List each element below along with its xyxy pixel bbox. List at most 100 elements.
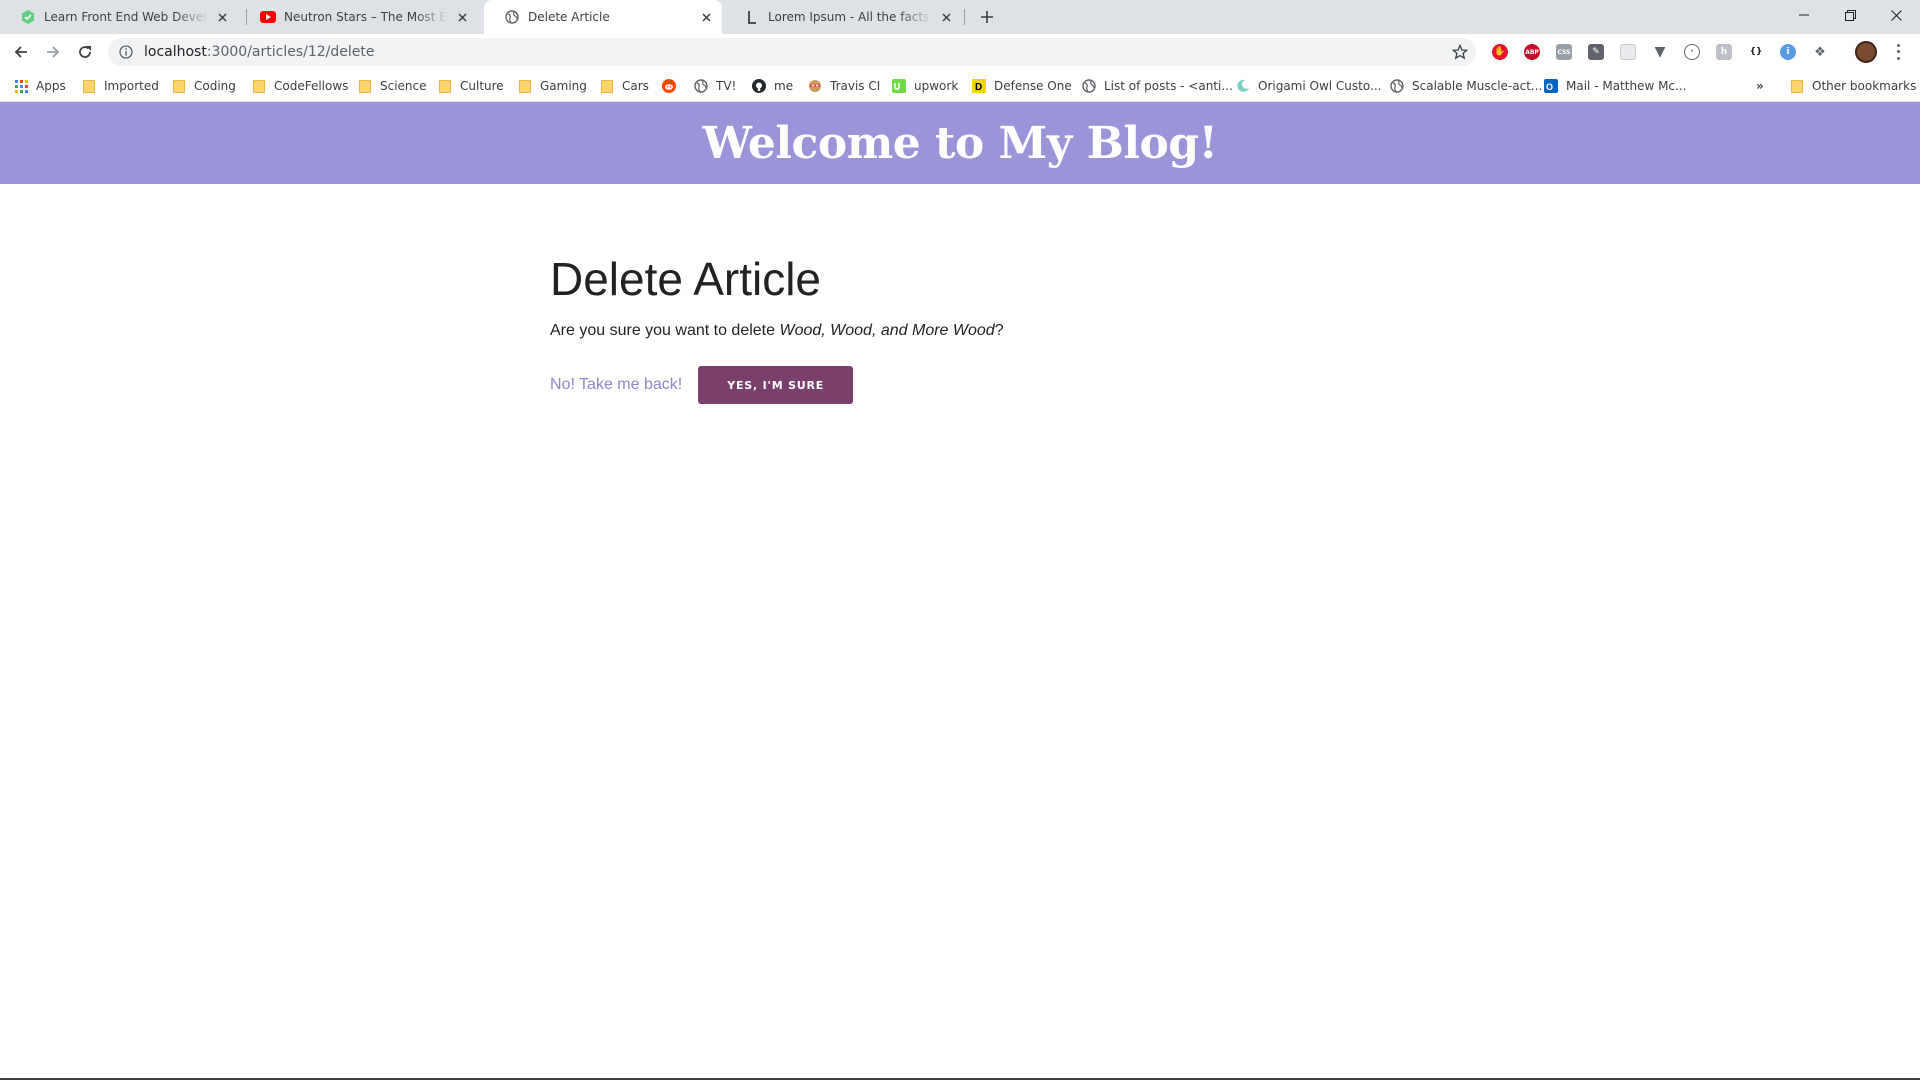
close-tab-icon[interactable] bbox=[214, 9, 230, 25]
bookmark-label: Gaming bbox=[540, 79, 587, 93]
bookmark-travis-ci[interactable]: Travis CI bbox=[808, 77, 880, 95]
dropbox-icon[interactable]: ❖ bbox=[1812, 44, 1828, 60]
restore-button[interactable] bbox=[1827, 0, 1873, 30]
site-header: Welcome to My Blog! bbox=[0, 102, 1920, 184]
circle-extension-icon[interactable]: · bbox=[1684, 44, 1700, 60]
url-path: :3000/articles/12/delete bbox=[206, 44, 375, 60]
bookmark-mail[interactable]: O Mail - Matthew Mc... bbox=[1544, 77, 1686, 95]
arrow-left-icon bbox=[14, 46, 27, 58]
prompt-suffix: ? bbox=[994, 322, 1004, 339]
bookmarks-overflow-button[interactable]: » bbox=[1756, 77, 1764, 95]
bookmark-label: Other bookmarks bbox=[1812, 79, 1917, 93]
bookmark-star-icon[interactable] bbox=[1452, 44, 1468, 60]
browser-toolbar: localhost:3000/articles/12/delete ✋ ABP … bbox=[0, 34, 1920, 70]
close-tab-icon[interactable] bbox=[698, 9, 714, 25]
bookmark-label: Coding bbox=[194, 79, 236, 93]
forward-button[interactable] bbox=[41, 40, 65, 64]
close-icon bbox=[1890, 9, 1902, 21]
bookmark-folder-culture[interactable]: Culture bbox=[438, 77, 504, 95]
folder-icon bbox=[600, 79, 614, 93]
tab-learn-front-end[interactable]: Learn Front End Web Development bbox=[0, 0, 238, 34]
bookmark-label: Cars bbox=[622, 79, 649, 93]
bookmark-label: me bbox=[774, 79, 794, 93]
tab-separator bbox=[964, 9, 965, 25]
new-tab-button[interactable] bbox=[976, 6, 998, 28]
bookmark-folder-gaming[interactable]: Gaming bbox=[518, 77, 587, 95]
bookmark-reddit[interactable] bbox=[662, 77, 684, 95]
outlook-icon: O bbox=[1544, 79, 1558, 93]
folder-icon bbox=[438, 79, 452, 93]
svg-text:D: D bbox=[975, 82, 982, 93]
bookmark-label: Travis CI bbox=[830, 79, 881, 93]
eyedropper-extension-icon[interactable]: ✎ bbox=[1588, 44, 1604, 60]
adblock-plus-extension-icon[interactable]: ABP bbox=[1524, 44, 1540, 60]
youtube-icon bbox=[260, 9, 276, 25]
profile-avatar[interactable] bbox=[1855, 41, 1877, 63]
tab-title: Delete Article bbox=[528, 10, 610, 24]
article-title: Wood, Wood, and More Wood bbox=[779, 322, 995, 339]
css-extension-icon[interactable]: CSS bbox=[1556, 44, 1572, 60]
lipsum-icon bbox=[744, 9, 760, 25]
tab-delete-article[interactable]: Delete Article bbox=[484, 0, 722, 34]
bookmark-label: List of posts - <anti... bbox=[1104, 79, 1233, 93]
delete-actions: No! Take me back! YES, I'M SURE bbox=[550, 366, 1370, 404]
tab-title: Learn Front End Web Development bbox=[44, 10, 208, 24]
globe-icon bbox=[1390, 79, 1404, 93]
chrome-menu-icon[interactable] bbox=[1892, 42, 1904, 62]
tab-title: Neutron Stars – The Most Extreme Things bbox=[284, 10, 448, 24]
reload-button[interactable] bbox=[73, 40, 97, 64]
bookmark-label: CodeFellows bbox=[274, 79, 349, 93]
delete-confirmation-text: Are you sure you want to delete Wood, Wo… bbox=[550, 322, 1370, 340]
globe-icon bbox=[1082, 79, 1096, 93]
take-me-back-link[interactable]: No! Take me back! bbox=[550, 376, 682, 394]
confirm-delete-button[interactable]: YES, I'M SURE bbox=[698, 366, 854, 404]
vue-devtools-icon[interactable]: ▼ bbox=[1652, 44, 1668, 60]
bookmark-folder-coding[interactable]: Coding bbox=[172, 77, 236, 95]
ublock-extension-icon[interactable]: ✋ bbox=[1492, 44, 1508, 60]
tab-neutron-stars[interactable]: Neutron Stars – The Most Extreme Things bbox=[240, 0, 478, 34]
blue-extension-icon[interactable]: i bbox=[1780, 44, 1796, 60]
bookmark-folder-codefellows[interactable]: CodeFellows bbox=[252, 77, 348, 95]
tab-title: Lorem Ipsum - All the facts - Lipsum bbox=[768, 10, 932, 24]
folder-icon bbox=[252, 79, 266, 93]
bookmark-list-of-posts[interactable]: List of posts - <anti... bbox=[1082, 77, 1233, 95]
close-tab-icon[interactable] bbox=[454, 9, 470, 25]
bookmark-apps[interactable]: Apps bbox=[14, 77, 66, 95]
svg-text:O: O bbox=[1546, 82, 1553, 92]
close-tab-icon[interactable] bbox=[938, 9, 954, 25]
info-icon[interactable] bbox=[118, 44, 134, 60]
arrow-right-icon bbox=[47, 46, 60, 58]
bookmark-label: Science bbox=[380, 79, 427, 93]
url-host: localhost bbox=[144, 44, 207, 60]
bookmark-scalable-muscle[interactable]: Scalable Muscle-act... bbox=[1390, 77, 1542, 95]
bookmark-label: TV! bbox=[716, 79, 737, 93]
reload-icon bbox=[79, 46, 91, 58]
globe-icon bbox=[504, 9, 520, 25]
bookmark-github-me[interactable]: me bbox=[752, 77, 793, 95]
bookmark-tv[interactable]: TV! bbox=[694, 77, 736, 95]
page-title: Delete Article bbox=[550, 253, 822, 305]
bookmark-origami-owl[interactable]: Origami Owl Custo... bbox=[1236, 77, 1381, 95]
gray-extension-icon[interactable]: h bbox=[1716, 44, 1732, 60]
bookmark-folder-imported[interactable]: Imported bbox=[82, 77, 159, 95]
extension-placeholder-icon[interactable] bbox=[1620, 44, 1636, 60]
folder-icon bbox=[172, 79, 186, 93]
bookmark-other-bookmarks[interactable]: Other bookmarks bbox=[1790, 77, 1916, 95]
bookmark-upwork[interactable]: upwork bbox=[892, 77, 958, 95]
bookmark-defense-one[interactable]: D Defense One bbox=[972, 77, 1072, 95]
travis-icon bbox=[808, 79, 822, 93]
globe-icon bbox=[694, 79, 708, 93]
url-text[interactable]: localhost:3000/articles/12/delete bbox=[144, 44, 374, 60]
tab-lorem-ipsum[interactable]: Lorem Ipsum - All the facts - Lipsum bbox=[724, 0, 962, 34]
bookmark-label: Defense One bbox=[994, 79, 1072, 93]
close-window-button[interactable] bbox=[1873, 0, 1919, 30]
json-viewer-icon[interactable]: {} bbox=[1748, 44, 1764, 60]
folder-icon bbox=[358, 79, 372, 93]
bookmark-folder-cars[interactable]: Cars bbox=[600, 77, 649, 95]
plus-icon bbox=[981, 11, 993, 23]
folder-icon bbox=[82, 79, 96, 93]
back-button[interactable] bbox=[9, 40, 33, 64]
minimize-button[interactable] bbox=[1781, 0, 1827, 30]
address-bar[interactable]: localhost:3000/articles/12/delete bbox=[108, 38, 1476, 66]
bookmark-folder-science[interactable]: Science bbox=[358, 77, 427, 95]
